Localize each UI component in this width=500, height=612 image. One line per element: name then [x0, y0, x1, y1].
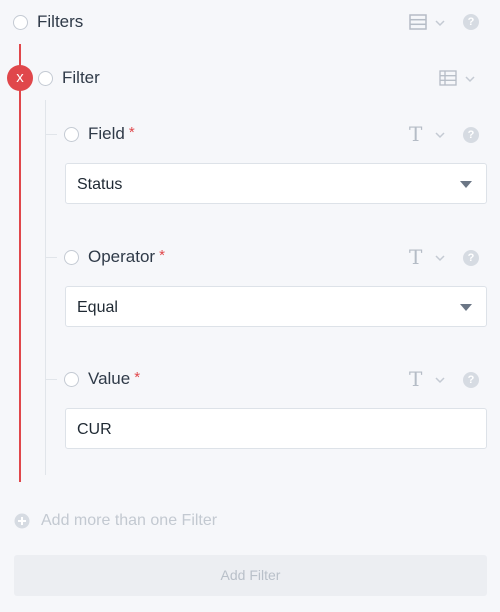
remove-filter-button[interactable]: x	[7, 65, 33, 91]
help-icon[interactable]: ?	[463, 250, 479, 266]
filter-tree-line	[19, 44, 21, 482]
filters-radio[interactable]	[13, 15, 28, 30]
help-icon[interactable]: ?	[463, 14, 479, 30]
field-label: Field *	[88, 124, 135, 143]
remove-filter-label: x	[16, 69, 24, 86]
field-radio[interactable]	[64, 127, 79, 142]
operator-select-value: Equal	[77, 299, 118, 316]
add-more-label: Add more than one Filter	[41, 512, 218, 529]
operator-label: Operator *	[88, 247, 165, 266]
required-marker: *	[134, 369, 141, 386]
field-select[interactable]: Status	[65, 163, 487, 204]
grid-layout-icon[interactable]	[439, 70, 457, 86]
text-type-icon[interactable]: T	[409, 124, 422, 144]
filter-label: Filter	[62, 68, 100, 87]
add-filter-button[interactable]: Add Filter	[14, 555, 487, 596]
tree-connector	[45, 134, 57, 135]
chevron-down-icon[interactable]	[434, 253, 446, 263]
field-select-value: Status	[77, 176, 123, 193]
help-icon[interactable]: ?	[463, 127, 479, 143]
caret-down-icon	[460, 181, 472, 188]
chevron-down-icon[interactable]	[434, 130, 446, 140]
caret-down-icon	[460, 304, 472, 311]
value-input[interactable]: CUR	[65, 408, 487, 449]
required-marker: *	[159, 247, 165, 264]
value-label: Value *	[88, 369, 141, 388]
chevron-down-icon[interactable]	[434, 375, 446, 385]
help-icon[interactable]: ?	[463, 372, 479, 388]
filter-radio[interactable]	[38, 71, 53, 86]
list-layout-icon[interactable]	[409, 14, 427, 30]
text-type-icon[interactable]: T	[409, 369, 422, 389]
value-radio[interactable]	[64, 372, 79, 387]
plus-circle-icon	[14, 513, 30, 529]
chevron-down-icon[interactable]	[434, 18, 446, 28]
text-type-icon[interactable]: T	[409, 247, 422, 267]
value-input-text: CUR	[77, 421, 112, 438]
fields-tree-line	[45, 100, 46, 475]
chevron-down-icon[interactable]	[464, 74, 476, 84]
add-more-button[interactable]: Add more than one Filter	[14, 511, 254, 531]
filters-label: Filters	[37, 12, 84, 31]
required-marker: *	[128, 124, 135, 141]
tree-connector	[45, 257, 57, 258]
add-filter-label: Add Filter	[220, 567, 281, 583]
tree-connector	[45, 379, 57, 380]
operator-radio[interactable]	[64, 250, 79, 265]
operator-select[interactable]: Equal	[65, 286, 487, 327]
